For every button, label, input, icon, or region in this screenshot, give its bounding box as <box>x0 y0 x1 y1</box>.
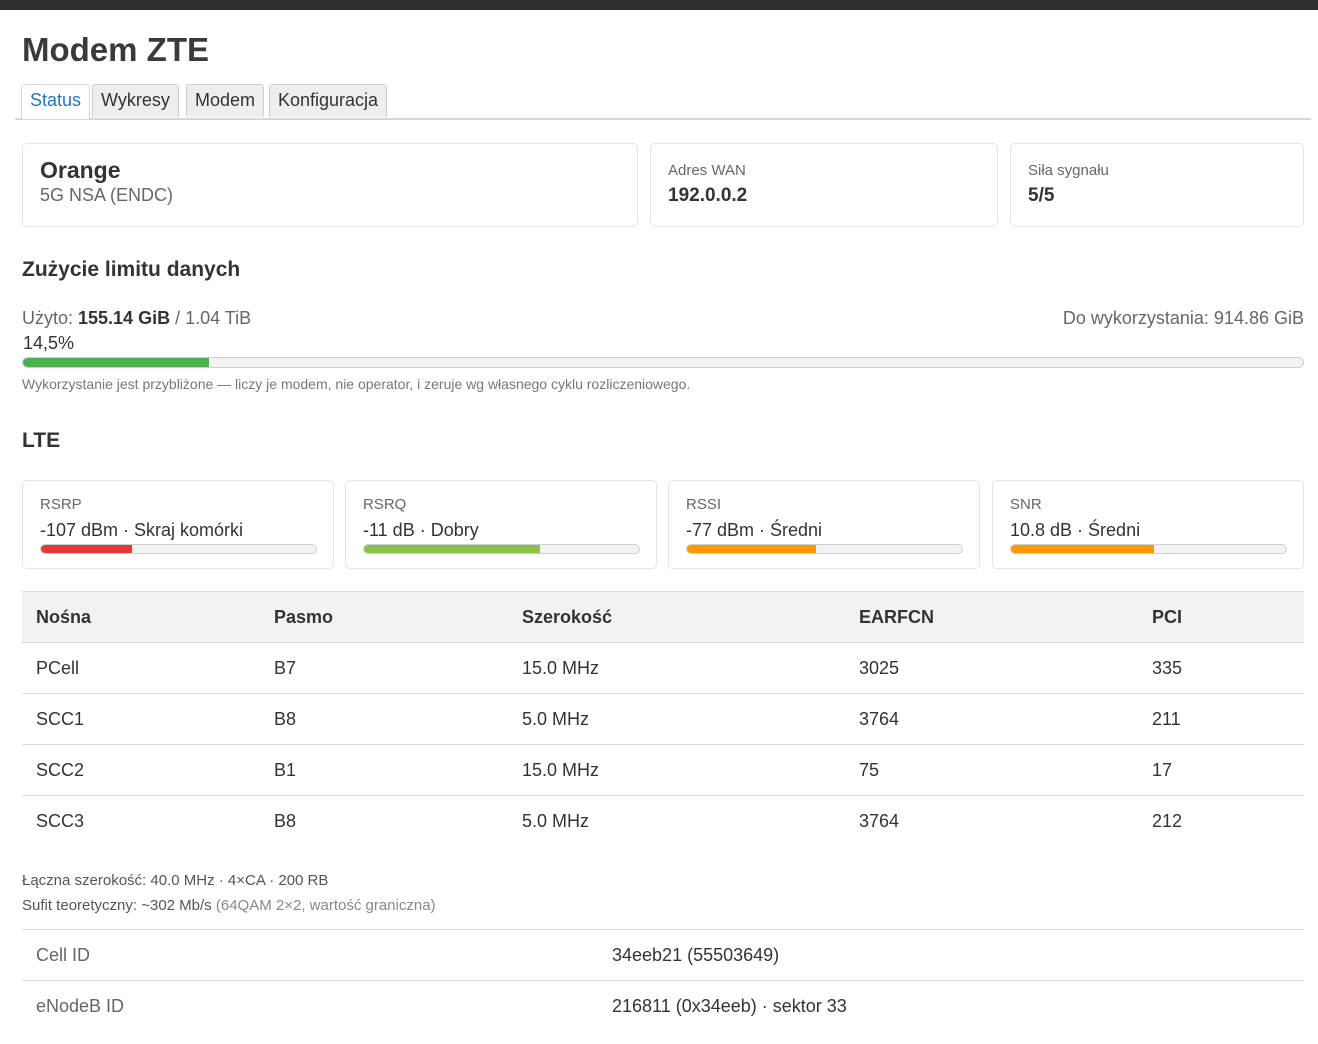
ceiling-note: (64QAM 2×2, wartość graniczna) <box>211 897 436 914</box>
usage-used: Użyto: 155.14 GiB / 1.04 TiB <box>22 308 251 329</box>
table-cell: 211 <box>1138 693 1304 745</box>
usage-progress-fill <box>23 358 209 367</box>
snr-meter <box>1010 544 1287 554</box>
table-cell: 3025 <box>845 642 1138 694</box>
signal-label: Siła sygnału <box>1028 162 1109 179</box>
operator-card: Orange 5G NSA (ENDC) <box>22 143 638 227</box>
page-title: Modem ZTE <box>22 31 209 68</box>
usage-remaining: Do wykorzystania: 914.86 GiB <box>1062 308 1304 328</box>
snr-card: SNR 10.8 dB · Średni <box>992 480 1304 569</box>
table-row: SCC2 B1 15.0 MHz 75 17 <box>22 744 1304 796</box>
usage-progress-bar <box>22 357 1304 368</box>
table-cell: 5.0 MHz <box>522 810 590 831</box>
snr-value: 10.8 dB · Średni <box>1010 520 1141 540</box>
table-cell: 212 <box>1152 810 1183 831</box>
table-cell: 15.0 MHz <box>508 744 845 796</box>
table-row: PCell B7 15.0 MHz 3025 335 <box>22 642 1304 694</box>
table-cell: B1 <box>260 744 508 796</box>
column-header: Nośna <box>22 591 260 643</box>
table-cell: B8 <box>274 810 297 831</box>
network-technology: 5G NSA (ENDC) <box>40 185 174 205</box>
rssi-value: -77 dBm · Średni <box>686 520 823 540</box>
rssi-meter <box>686 544 963 554</box>
usage-note: Wykorzystanie jest przybliżone — liczy j… <box>22 376 691 392</box>
used-label: Użyto: <box>22 308 79 328</box>
table-row: SCC3 B8 5.0 MHz 3764 212 <box>22 796 1304 847</box>
table-row: SCC1 B8 5.0 MHz 3764 211 <box>22 693 1304 745</box>
rsrp-meter-fill <box>41 545 132 553</box>
rssi-meter-fill <box>687 545 817 553</box>
table-row: Cell ID 34eeb21 (55503649) <box>22 929 1304 981</box>
table-cell: 17 <box>1138 744 1304 796</box>
table-cell: 75 <box>845 744 1138 796</box>
column-header: Szerokość <box>508 591 845 643</box>
column-header: Pasmo <box>260 591 508 643</box>
wan-address: 192.0.0.2 <box>668 185 748 206</box>
table-cell: B7 <box>260 642 508 694</box>
signal-card: Siła sygnału 5/5 <box>1010 143 1304 227</box>
rsrp-card: RSRP -107 dBm · Skraj komórki <box>22 480 334 569</box>
enodeb-id-label: eNodeB ID <box>22 980 598 1031</box>
rsrq-label: RSRQ <box>363 496 407 513</box>
table-cell: 15.0 MHz <box>508 642 845 694</box>
table-cell: SCC2 <box>22 744 260 796</box>
table-cell: 3764 <box>845 693 1138 745</box>
wan-label: Adres WAN <box>668 162 746 179</box>
cell-info-table: Cell ID 34eeb21 (55503649) eNodeB ID 216… <box>22 929 1304 1031</box>
table-header-row: Nośna Pasmo Szerokość EARFCN PCI <box>22 591 1304 643</box>
rssi-card: RSSI -77 dBm · Średni <box>668 480 980 569</box>
used-value: 155.14 GiB <box>78 308 171 328</box>
tab-wykresy[interactable]: Wykresy <box>92 84 179 117</box>
rsrp-value: -107 dBm · Skraj komórki <box>40 520 244 540</box>
theoretical-ceiling: Sufit teoretyczny: ~302 Mb/s (64QAM 2×2,… <box>22 897 436 914</box>
tab-status[interactable]: Status <box>21 84 91 119</box>
total-value: / 1.04 TiB <box>170 308 252 328</box>
table-row: eNodeB ID 216811 (0x34eeb) · sektor 33 <box>22 980 1304 1031</box>
table-cell: SCC3 <box>36 810 85 831</box>
rsrp-label: RSRP <box>40 496 82 513</box>
table-cell: 3764 <box>859 810 900 831</box>
tab-bar: Status Wykresy Modem Konfiguracja <box>15 84 1311 120</box>
usage-heading: Zużycie limitu danych <box>22 258 241 281</box>
usage-percent: 14,5% <box>23 333 75 353</box>
column-header: PCI <box>1138 591 1304 643</box>
cell-id-label: Cell ID <box>22 929 598 981</box>
table-cell: PCell <box>22 642 260 694</box>
table-cell: 5.0 MHz <box>508 693 845 745</box>
table-cell: B8 <box>260 693 508 745</box>
operator-name: Orange <box>40 157 121 183</box>
rsrp-meter <box>40 544 317 554</box>
table-cell: 335 <box>1138 642 1304 694</box>
total-bandwidth-summary: Łączna szerokość: 40.0 MHz · 4×CA · 200 … <box>22 872 329 889</box>
rsrq-card: RSRQ -11 dB · Dobry <box>345 480 657 569</box>
snr-label: SNR <box>1010 496 1042 513</box>
lte-heading: LTE <box>22 429 61 452</box>
tab-konfiguracja[interactable]: Konfiguracja <box>269 84 388 117</box>
carriers-table: Nośna Pasmo Szerokość EARFCN PCI PCell B… <box>22 591 1304 846</box>
table-cell: SCC1 <box>22 693 260 745</box>
rsrq-meter-fill <box>364 545 540 553</box>
enodeb-id-value: 216811 (0x34eeb) · sektor 33 <box>598 980 1304 1031</box>
wan-card: Adres WAN 192.0.0.2 <box>650 143 998 227</box>
top-bar <box>0 0 1318 10</box>
cell-id-value: 34eeb21 (55503649) <box>598 929 1304 981</box>
rssi-label: RSSI <box>686 496 722 513</box>
tab-modem[interactable]: Modem <box>186 84 265 117</box>
ceiling-value: Sufit teoretyczny: ~302 Mb/s <box>22 897 212 914</box>
snr-meter-fill <box>1011 545 1154 553</box>
column-header: EARFCN <box>845 591 1138 643</box>
signal-strength: 5/5 <box>1028 185 1055 206</box>
rsrq-meter <box>363 544 640 554</box>
rsrq-value: -11 dB · Dobry <box>363 520 479 540</box>
